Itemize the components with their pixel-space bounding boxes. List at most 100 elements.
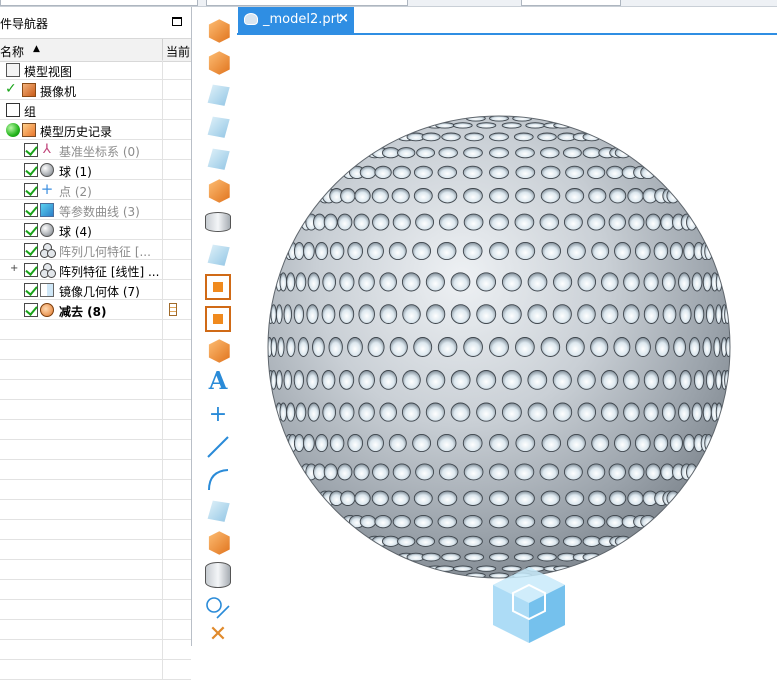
expand-icon[interactable]: + [10,263,18,274]
tree-row-pattern-feature-linear[interactable]: + 阵列特征 [线性] ... [0,260,191,280]
block-tool-icon[interactable] [208,19,230,43]
model-views-icon [6,63,20,77]
column-name-header[interactable]: 名称 [0,43,24,60]
dimple [389,337,408,357]
dimple [702,272,712,292]
tree-row-cameras[interactable]: ✓ 摄像机 [0,80,191,100]
thicken-tool-icon[interactable] [208,179,230,203]
dimple [540,188,561,204]
tube-tool-icon[interactable] [205,212,231,232]
intersection-tool-icon[interactable]: ✕ [205,622,231,648]
close-icon[interactable]: × [338,11,349,26]
maximize-icon[interactable] [172,17,182,26]
visibility-checkbox[interactable] [24,163,38,177]
empty-row [0,540,191,560]
dimple [515,188,535,204]
column-current-header[interactable]: 当前 [166,43,190,60]
empty-row [0,520,191,540]
patch-tool-icon[interactable] [208,531,230,555]
tree-row-sphere-1[interactable]: 球 (1) [0,160,191,180]
offset-surface-tool-icon[interactable] [207,244,230,266]
dimple [705,370,715,390]
tree-row-pattern-geometry[interactable]: 阵列几何特征 [... [0,240,191,260]
dimple [321,370,336,390]
dimple [489,213,509,231]
dimple [541,433,562,453]
line-tool-icon[interactable] [205,434,231,460]
empty-row [0,460,191,480]
tree-row-datum-csys[interactable]: ⅄ 基准坐标系 (0) [0,140,191,160]
top-field-left[interactable] [0,0,198,6]
dimple [307,402,320,422]
text-tool-icon[interactable]: A [205,368,231,394]
sort-ascending-icon[interactable]: ▲ [33,44,40,54]
visibility-checkbox[interactable] [24,223,38,237]
dimple [379,272,397,292]
dimple [489,535,509,547]
dimple [489,337,509,357]
visibility-checkbox[interactable] [24,203,38,217]
dimple [489,433,509,453]
dimple [527,272,548,292]
surface-tool-icon[interactable] [207,84,230,106]
visibility-checkbox[interactable] [24,183,38,197]
tab-model2-prt[interactable]: _model2.prt × [238,7,354,33]
arc-tool-icon[interactable] [205,466,231,492]
visibility-checkbox[interactable] [24,303,38,317]
mesh-tool-icon[interactable] [208,339,230,363]
tree-row-point[interactable]: + 点 (2) [0,180,191,200]
visibility-checkbox[interactable] [24,143,38,157]
current-feature-icon[interactable] [169,303,177,316]
sketch-box-tool-icon[interactable] [205,274,231,300]
dimple [591,433,610,453]
sketch-region-tool-icon[interactable] [205,306,231,332]
dimple [628,213,645,231]
top-field-middle[interactable] [206,0,408,6]
cylinder-tool-icon[interactable] [205,562,231,588]
dimple [489,463,509,481]
dimple [321,304,336,324]
tree-row-model-views[interactable]: 模型视图 [0,60,191,80]
tree-row-model-history[interactable]: 模型历史记录 [0,120,191,140]
dimple [489,552,509,562]
document-tab-strip: _model2.prt × [237,7,777,35]
dimple [501,402,522,422]
tree-row-subtract[interactable]: 减去 (8) [0,300,191,320]
tree-row-isoparametric-curve[interactable]: 等参数曲线 (3) [0,200,191,220]
dimple [587,514,606,529]
empty-row [0,500,191,520]
dimple [514,213,535,231]
visibility-checkbox[interactable] [24,283,38,297]
dimple [421,132,441,142]
dimple [645,463,661,481]
dimpled-sphere-model[interactable] [237,35,777,646]
tree-row-label: 阵列几何特征 [... [59,245,151,259]
point-tool-icon[interactable]: + [205,402,231,428]
extrude-tool-icon[interactable] [208,51,230,75]
dimple [437,514,458,529]
visibility-checkbox[interactable] [24,263,38,277]
empty-row [0,440,191,460]
empty-row [0,620,191,640]
circle-line-tool-icon[interactable] [205,594,231,620]
dimple [678,272,691,292]
swept-surface-tool-icon[interactable] [207,116,230,138]
bounded-plane-tool-icon[interactable] [207,148,230,170]
dimple [582,535,601,547]
top-field-right[interactable] [521,0,621,6]
dimple [412,241,432,261]
dimple [643,304,659,324]
tree-row-groups[interactable]: 组 [0,100,191,120]
visibility-checkbox[interactable] [24,243,38,257]
tree-row-mirror-geometry[interactable]: 镜像几何体 (7) [0,280,191,300]
dimple [476,122,497,129]
studio-surface-tool-icon[interactable] [207,500,230,522]
empty-row [0,580,191,600]
graphics-window[interactable] [237,35,777,646]
dimple [702,337,712,357]
tree-row-sphere-4[interactable]: 球 (4) [0,220,191,240]
dimple [627,188,644,204]
dimple [587,213,606,231]
column-divider[interactable] [162,39,163,61]
empty-row [0,380,191,400]
